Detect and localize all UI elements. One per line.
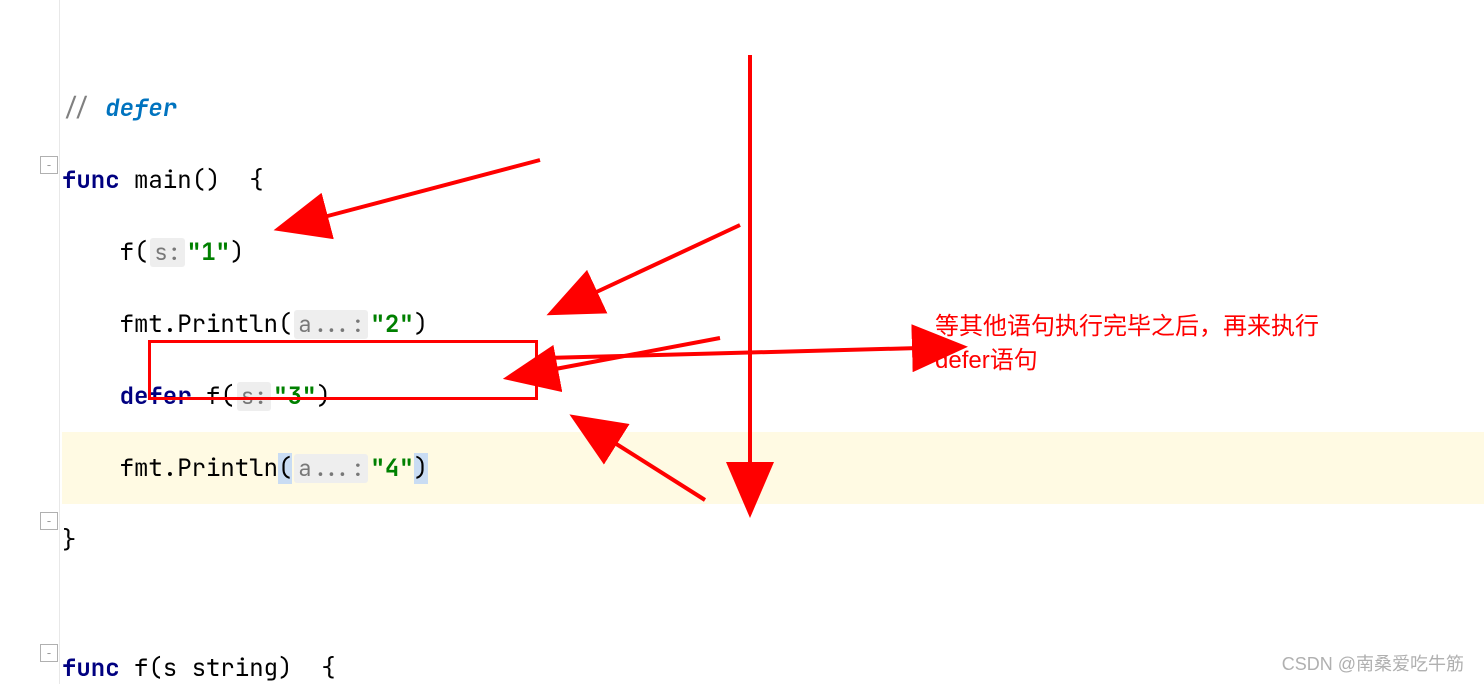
fold-open-icon[interactable]: −	[40, 156, 58, 174]
code-line: func main() {	[62, 144, 1484, 216]
indent	[62, 381, 120, 412]
keyword-func: func	[62, 165, 120, 196]
code-line-current: fmt.Println(a...:"4")	[62, 432, 1484, 504]
annotation-box	[148, 340, 538, 400]
bracket-highlight: (	[278, 453, 292, 484]
watermark: CSDN @南桑爱吃牛筋	[1282, 650, 1464, 676]
annotation-line2: defer语句	[935, 344, 1319, 378]
code-line: func f(s string) {	[62, 648, 1484, 688]
call-f: f(	[120, 237, 149, 268]
param-hint: a...:	[294, 454, 368, 483]
brace-close: }	[62, 525, 76, 556]
comment-marker: //	[62, 93, 105, 124]
func-name: f(s string) {	[120, 653, 336, 684]
paren-close: )	[230, 237, 244, 268]
println-call: fmt.Println	[120, 453, 278, 484]
string-literal: "1"	[187, 237, 230, 268]
code-line: f(s:"1")	[62, 216, 1484, 288]
func-name: main() {	[120, 165, 264, 196]
code-line: }	[62, 504, 1484, 576]
indent	[62, 453, 120, 484]
code-line: // defer	[62, 72, 1484, 144]
string-literal: "4"	[370, 453, 413, 484]
paren-close: )	[414, 309, 428, 340]
code-line	[62, 0, 1484, 72]
annotation-line1: 等其他语句执行完毕之后，再来执行	[935, 310, 1319, 344]
param-hint: a...:	[294, 310, 368, 339]
indent	[62, 309, 120, 340]
println-call: fmt.Println(	[120, 309, 293, 340]
comment-word: defer	[105, 93, 177, 124]
bracket-highlight: )	[414, 453, 428, 484]
fold-close-icon[interactable]: −	[40, 512, 58, 530]
fold-open-icon[interactable]: −	[40, 644, 58, 662]
param-hint: s:	[150, 238, 184, 267]
gutter: − − −	[0, 0, 60, 684]
keyword-func: func	[62, 653, 120, 684]
annotation-label: 等其他语句执行完毕之后，再来执行 defer语句	[935, 310, 1319, 377]
code-line	[62, 576, 1484, 648]
indent	[62, 237, 120, 268]
string-literal: "2"	[370, 309, 413, 340]
